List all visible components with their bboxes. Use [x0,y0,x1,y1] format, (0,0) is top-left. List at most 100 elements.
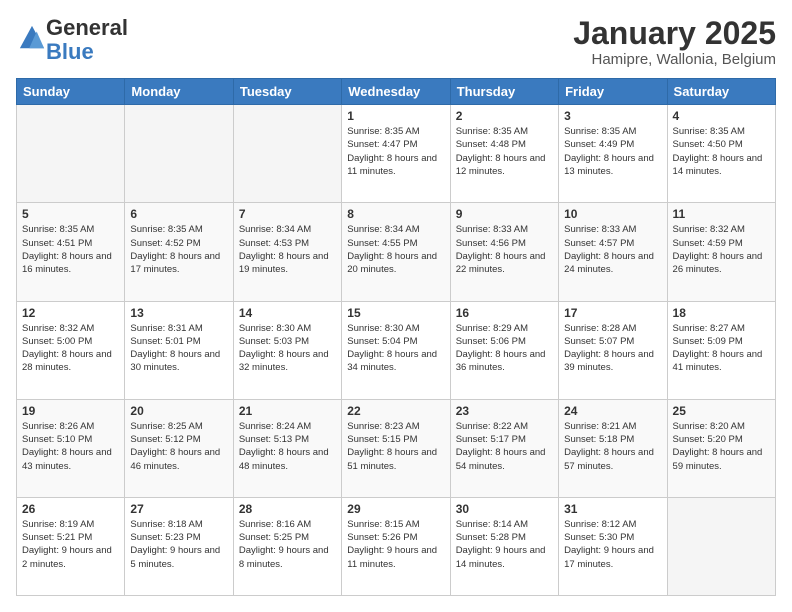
calendar-cell: 18 Sunrise: 8:27 AM Sunset: 5:09 PM Dayli… [667,301,775,399]
day-info: Sunrise: 8:33 AM Sunset: 4:57 PM Dayligh… [564,223,661,276]
day-number: 1 [347,109,444,123]
day-info: Sunrise: 8:19 AM Sunset: 5:21 PM Dayligh… [22,518,119,571]
calendar-cell [125,105,233,203]
day-info: Sunrise: 8:16 AM Sunset: 5:25 PM Dayligh… [239,518,336,571]
day-number: 12 [22,306,119,320]
weekday-header-saturday: Saturday [667,79,775,105]
calendar-cell: 2 Sunrise: 8:35 AM Sunset: 4:48 PM Daylig… [450,105,558,203]
day-number: 15 [347,306,444,320]
day-number: 24 [564,404,661,418]
day-info: Sunrise: 8:35 AM Sunset: 4:50 PM Dayligh… [673,125,770,178]
weekday-header-friday: Friday [559,79,667,105]
calendar-cell [233,105,341,203]
location-subtitle: Hamipre, Wallonia, Belgium [573,51,776,68]
calendar-cell: 14 Sunrise: 8:30 AM Sunset: 5:03 PM Dayli… [233,301,341,399]
weekday-header-tuesday: Tuesday [233,79,341,105]
calendar-cell: 16 Sunrise: 8:29 AM Sunset: 5:06 PM Dayli… [450,301,558,399]
logo: General Blue [16,16,128,64]
calendar-cell: 29Sunrise: 8:15 AM Sunset: 5:26 PM Dayli… [342,497,450,595]
calendar-cell: 5 Sunrise: 8:35 AM Sunset: 4:51 PM Daylig… [17,203,125,301]
weekday-header-monday: Monday [125,79,233,105]
calendar-cell [667,497,775,595]
day-number: 10 [564,207,661,221]
day-number: 25 [673,404,770,418]
day-number: 19 [22,404,119,418]
day-number: 26 [22,502,119,516]
day-info: Sunrise: 8:35 AM Sunset: 4:48 PM Dayligh… [456,125,553,178]
day-info: Sunrise: 8:30 AM Sunset: 5:03 PM Dayligh… [239,322,336,375]
day-number: 8 [347,207,444,221]
day-info: Sunrise: 8:28 AM Sunset: 5:07 PM Dayligh… [564,322,661,375]
day-number: 20 [130,404,227,418]
day-info: Sunrise: 8:31 AM Sunset: 5:01 PM Dayligh… [130,322,227,375]
calendar-cell: 11 Sunrise: 8:32 AM Sunset: 4:59 PM Dayli… [667,203,775,301]
calendar-cell: 22 Sunrise: 8:23 AM Sunset: 5:15 PM Dayli… [342,399,450,497]
weekday-header-row: SundayMondayTuesdayWednesdayThursdayFrid… [17,79,776,105]
calendar-cell: 13 Sunrise: 8:31 AM Sunset: 5:01 PM Dayli… [125,301,233,399]
day-number: 6 [130,207,227,221]
day-info: Sunrise: 8:35 AM Sunset: 4:51 PM Dayligh… [22,223,119,276]
calendar-cell: 20 Sunrise: 8:25 AM Sunset: 5:12 PM Dayli… [125,399,233,497]
day-info: Sunrise: 8:22 AM Sunset: 5:17 PM Dayligh… [456,420,553,473]
calendar-cell: 7Sunrise: 8:34 AM Sunset: 4:53 PM Daylig… [233,203,341,301]
calendar-table: SundayMondayTuesdayWednesdayThursdayFrid… [16,78,776,596]
calendar-cell: 10 Sunrise: 8:33 AM Sunset: 4:57 PM Dayli… [559,203,667,301]
day-number: 5 [22,207,119,221]
calendar-cell: 28 Sunrise: 8:16 AM Sunset: 5:25 PM Dayli… [233,497,341,595]
calendar-cell: 26 Sunrise: 8:19 AM Sunset: 5:21 PM Dayli… [17,497,125,595]
day-info: Sunrise: 8:20 AM Sunset: 5:20 PM Dayligh… [673,420,770,473]
day-number: 16 [456,306,553,320]
day-number: 28 [239,502,336,516]
header: General Blue January 2025 Hamipre, Wallo… [16,16,776,68]
logo-text: General Blue [46,16,128,64]
day-number: 18 [673,306,770,320]
day-info: Sunrise: 8:14 AM Sunset: 5:28 PM Dayligh… [456,518,553,571]
calendar-cell: 15 Sunrise: 8:30 AM Sunset: 5:04 PM Dayli… [342,301,450,399]
day-number: 14 [239,306,336,320]
weekday-header-sunday: Sunday [17,79,125,105]
day-number: 13 [130,306,227,320]
day-number: 17 [564,306,661,320]
day-info: Sunrise: 8:32 AM Sunset: 5:00 PM Dayligh… [22,322,119,375]
day-info: Sunrise: 8:21 AM Sunset: 5:18 PM Dayligh… [564,420,661,473]
day-info: Sunrise: 8:24 AM Sunset: 5:13 PM Dayligh… [239,420,336,473]
calendar-week-5: 26 Sunrise: 8:19 AM Sunset: 5:21 PM Dayli… [17,497,776,595]
calendar-cell: 6 Sunrise: 8:35 AM Sunset: 4:52 PM Daylig… [125,203,233,301]
weekday-header-wednesday: Wednesday [342,79,450,105]
day-info: Sunrise: 8:29 AM Sunset: 5:06 PM Dayligh… [456,322,553,375]
calendar-week-4: 19 Sunrise: 8:26 AM Sunset: 5:10 PM Dayli… [17,399,776,497]
day-number: 2 [456,109,553,123]
calendar-week-2: 5 Sunrise: 8:35 AM Sunset: 4:51 PM Daylig… [17,203,776,301]
calendar-cell [17,105,125,203]
day-number: 31 [564,502,661,516]
day-info: Sunrise: 8:30 AM Sunset: 5:04 PM Dayligh… [347,322,444,375]
calendar-week-1: 1Sunrise: 8:35 AM Sunset: 4:47 PM Daylig… [17,105,776,203]
day-number: 27 [130,502,227,516]
day-info: Sunrise: 8:34 AM Sunset: 4:53 PM Dayligh… [239,223,336,276]
weekday-header-thursday: Thursday [450,79,558,105]
calendar-cell: 9Sunrise: 8:33 AM Sunset: 4:56 PM Daylig… [450,203,558,301]
logo-blue: Blue [46,39,94,64]
title-block: January 2025 Hamipre, Wallonia, Belgium [573,16,776,68]
calendar-cell: 27 Sunrise: 8:18 AM Sunset: 5:23 PM Dayli… [125,497,233,595]
calendar-cell: 12 Sunrise: 8:32 AM Sunset: 5:00 PM Dayli… [17,301,125,399]
day-info: Sunrise: 8:26 AM Sunset: 5:10 PM Dayligh… [22,420,119,473]
day-info: Sunrise: 8:34 AM Sunset: 4:55 PM Dayligh… [347,223,444,276]
day-info: Sunrise: 8:27 AM Sunset: 5:09 PM Dayligh… [673,322,770,375]
logo-icon [18,24,46,52]
day-info: Sunrise: 8:25 AM Sunset: 5:12 PM Dayligh… [130,420,227,473]
calendar-cell: 24 Sunrise: 8:21 AM Sunset: 5:18 PM Dayli… [559,399,667,497]
day-number: 22 [347,404,444,418]
day-info: Sunrise: 8:23 AM Sunset: 5:15 PM Dayligh… [347,420,444,473]
day-number: 3 [564,109,661,123]
calendar-cell: 17 Sunrise: 8:28 AM Sunset: 5:07 PM Dayli… [559,301,667,399]
day-info: Sunrise: 8:18 AM Sunset: 5:23 PM Dayligh… [130,518,227,571]
calendar-cell: 8 Sunrise: 8:34 AM Sunset: 4:55 PM Daylig… [342,203,450,301]
calendar-cell: 1Sunrise: 8:35 AM Sunset: 4:47 PM Daylig… [342,105,450,203]
day-info: Sunrise: 8:15 AM Sunset: 5:26 PM Dayligh… [347,518,444,571]
calendar-cell: 23Sunrise: 8:22 AM Sunset: 5:17 PM Dayli… [450,399,558,497]
day-info: Sunrise: 8:35 AM Sunset: 4:52 PM Dayligh… [130,223,227,276]
day-info: Sunrise: 8:32 AM Sunset: 4:59 PM Dayligh… [673,223,770,276]
day-number: 4 [673,109,770,123]
day-number: 11 [673,207,770,221]
